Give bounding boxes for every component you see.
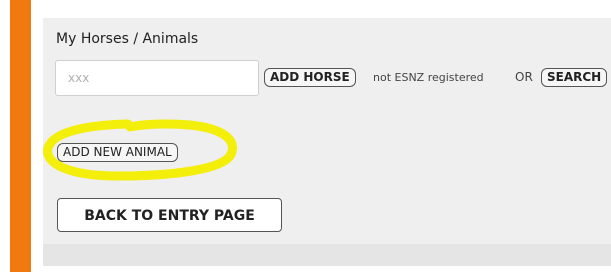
panel-footer [43,244,611,266]
horse-name-input[interactable] [55,60,259,96]
add-new-animal-button[interactable]: ADD NEW ANIMAL [57,143,178,162]
or-label: OR [515,70,533,84]
search-button[interactable]: SEARCH [541,68,608,87]
search-button-clip: SEARCH [541,68,611,87]
not-registered-label: not ESNZ registered [373,71,484,84]
back-to-entry-page-button[interactable]: BACK TO ENTRY PAGE [57,198,282,232]
sidebar-accent-bar [10,0,31,272]
page: My Horses / Animals ADD HORSE not ESNZ r… [0,0,611,272]
add-horse-button[interactable]: ADD HORSE [264,68,356,87]
section-title: My Horses / Animals [56,31,199,47]
